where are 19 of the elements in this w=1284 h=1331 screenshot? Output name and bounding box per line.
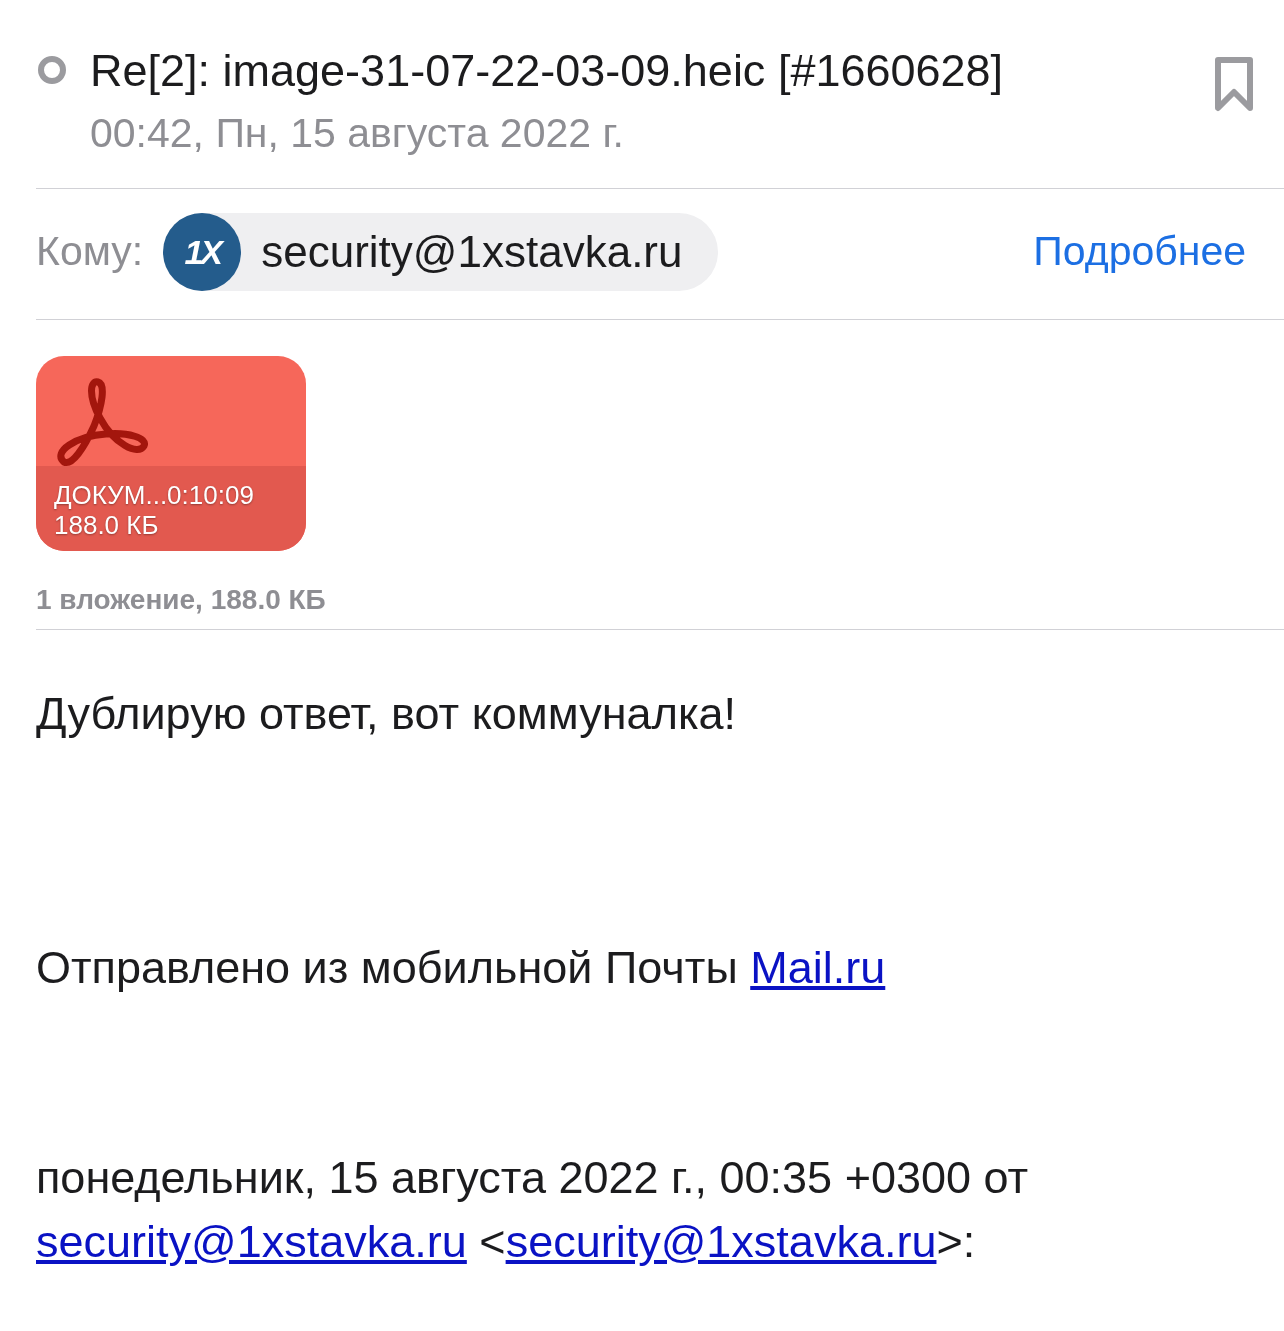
email-subject: Re[2]: image-31-07-22-03-09.heic [#1660628]: [90, 44, 1005, 98]
text-link[interactable]: security@1xstavka.ru: [36, 1216, 467, 1267]
body-paragraph: Отправлено из мобильной Почты Mail.ru: [36, 941, 887, 995]
bookmark-icon[interactable]: [1214, 56, 1254, 112]
details-link[interactable]: Подробнее: [1033, 221, 1246, 283]
email-date: 00:42, Пн, 15 августа 2022 г.: [90, 109, 625, 158]
text-link[interactable]: Mail.ru: [750, 942, 886, 993]
body-paragraph: Дублирую ответ, вот коммуналка!: [36, 687, 738, 741]
pdf-icon: [56, 378, 150, 468]
body-paragraph: понедельник, 15 августа 2022 г., 00:35 +0300 от security@1xstavka.ru <security@1xstavka.ru>:: [36, 1151, 1030, 1269]
attachment-size: 188.0 КБ: [54, 510, 160, 540]
avatar: 1X: [163, 213, 242, 291]
recipient-label: Кому:: [36, 227, 144, 277]
text-link[interactable]: security@1xstavka.ru: [505, 1216, 937, 1267]
recipient-chip[interactable]: 1X security@1xstavka.ru: [163, 213, 719, 291]
attachment-name: ДОКУМ...0:10:09: [54, 480, 255, 510]
status-circle-icon[interactable]: [36, 54, 68, 86]
attachment-summary: 1 вложение, 188.0 КБ: [36, 583, 327, 617]
attachment-tile[interactable]: ДОКУМ...0:10:09 188.0 КБ: [36, 356, 306, 551]
